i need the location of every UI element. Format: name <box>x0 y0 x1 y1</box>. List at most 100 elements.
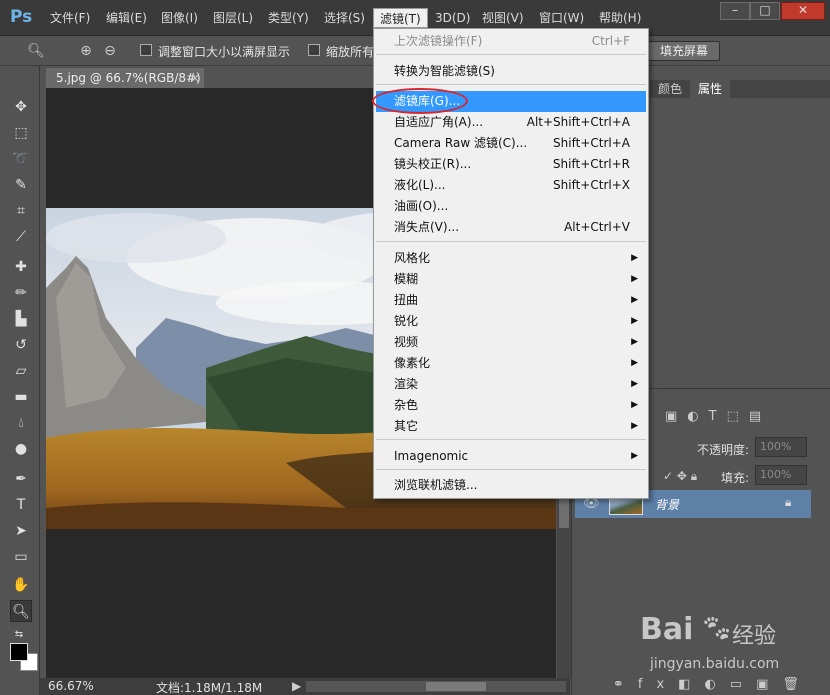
tab-color[interactable]: 颜色 <box>650 80 690 98</box>
fill-input[interactable]: 100% <box>755 465 807 485</box>
watermark-url: jingyan.baidu.com <box>650 656 780 672</box>
status-menu-arrow-icon[interactable]: ▶ <box>292 679 301 693</box>
menu-filter[interactable]: 滤镜(T) <box>373 8 428 28</box>
resize-window-checkbox[interactable] <box>140 44 152 56</box>
opacity-label: 不透明度: <box>697 443 750 457</box>
menu-window[interactable]: 窗口(W) <box>533 8 590 28</box>
menu-item-blur[interactable]: 模糊 ▶ <box>376 269 646 290</box>
dodge-tool-icon[interactable]: ● <box>10 438 32 460</box>
lasso-tool-icon[interactable]: ➰ <box>10 148 32 170</box>
menu-item-smart-filter[interactable]: 转换为智能滤镜(S) <box>376 61 646 82</box>
shortcut-last-filter: Ctrl+F <box>591 34 630 48</box>
menu-item-distort[interactable]: 扭曲 ▶ <box>376 290 646 311</box>
resize-window-label: 调整窗口大小以满屏显示 <box>158 45 291 59</box>
brush-tool-icon[interactable]: ✏ <box>10 282 32 304</box>
eyedropper-tool-icon[interactable]: ⟋ <box>10 226 32 248</box>
close-tab-icon[interactable]: × <box>190 68 200 88</box>
zoom-tool-icon[interactable]: 🔍︎ <box>10 600 32 622</box>
menu-item-browse-online-filters[interactable]: 浏览联机滤镜... <box>376 475 646 496</box>
menu-select[interactable]: 选择(S) <box>318 8 371 28</box>
eraser-tool-icon[interactable]: ▱ <box>10 360 32 382</box>
submenu-arrow-icon: ▶ <box>631 421 638 431</box>
baidu-watermark: Bai 🐾︎ 经验 jingyan.baidu.com <box>640 612 820 684</box>
move-tool-icon[interactable]: ✥ <box>10 96 32 118</box>
menu-view[interactable]: 视图(V) <box>476 8 530 28</box>
submenu-arrow-icon: ▶ <box>631 274 638 284</box>
submenu-arrow-icon: ▶ <box>631 316 638 326</box>
foreground-color-swatch[interactable] <box>10 643 28 661</box>
menu-file[interactable]: 文件(F) <box>44 8 96 28</box>
quick-select-tool-icon[interactable]: ✎ <box>10 174 32 196</box>
history-brush-tool-icon[interactable]: ↺ <box>10 334 32 356</box>
zoom-icon[interactable]: 🔍︎ <box>26 41 46 61</box>
menu-type[interactable]: 类型(Y) <box>262 8 315 28</box>
submenu-arrow-icon: ▶ <box>631 295 638 305</box>
menu-item-camera-raw[interactable]: Camera Raw 滤镜(C)... Shift+Ctrl+A <box>376 133 646 154</box>
menu-3d[interactable]: 3D(D) <box>429 8 476 28</box>
close-window-button[interactable]: ✕ <box>781 2 825 20</box>
submenu-arrow-icon: ▶ <box>631 253 638 263</box>
menu-item-video[interactable]: 视频 ▶ <box>376 332 646 353</box>
document-tab-title: 5.jpg @ 66.7%(RGB/8#) <box>56 71 201 85</box>
menu-image[interactable]: 图像(I) <box>155 8 204 28</box>
panel-tabs: 颜色 属性 <box>650 80 830 98</box>
opacity-input[interactable]: 100% <box>755 437 807 457</box>
annotation-highlight-ring <box>372 88 468 114</box>
menu-layer[interactable]: 图层(L) <box>207 8 259 28</box>
zoom-out-icon[interactable]: ⊖ <box>100 41 120 61</box>
horizontal-scroll-thumb[interactable] <box>426 682 486 691</box>
blur-tool-icon[interactable]: 💧︎ <box>10 412 32 434</box>
menu-item-adaptive-wide-angle[interactable]: 自适应广角(A)... Alt+Shift+Ctrl+A <box>376 112 646 133</box>
layer-name[interactable]: 背景 <box>655 496 679 513</box>
fill-screen-button[interactable]: 填充屏幕 <box>648 41 720 61</box>
menu-separator <box>376 439 646 440</box>
menu-separator <box>376 241 646 242</box>
menu-item-liquify[interactable]: 液化(L)... Shift+Ctrl+X <box>376 175 646 196</box>
crop-tool-icon[interactable]: ⌗ <box>10 200 32 222</box>
menu-item-vanishing-point[interactable]: 消失点(V)... Alt+Ctrl+V <box>376 217 646 238</box>
zoom-all-label: 缩放所有 <box>326 45 375 59</box>
lock-icon: 🔒︎ <box>785 495 792 509</box>
status-bar: 66.67% 文档:1.18M/1.18M ▶ <box>40 678 570 695</box>
menu-item-lens-correction[interactable]: 镜头校正(R)... Shift+Ctrl+R <box>376 154 646 175</box>
shape-tool-icon[interactable]: ▭ <box>10 546 32 568</box>
minimize-button[interactable]: – <box>720 2 750 20</box>
stamp-tool-icon[interactable]: ▙ <box>10 308 32 330</box>
menu-help[interactable]: 帮助(H) <box>593 8 647 28</box>
pen-tool-icon[interactable]: ✒ <box>10 468 32 490</box>
tab-properties[interactable]: 属性 <box>690 80 731 98</box>
hand-tool-icon[interactable]: ✋ <box>10 574 32 596</box>
menu-edit[interactable]: 编辑(E) <box>100 8 153 28</box>
menu-item-pixelate[interactable]: 像素化 ▶ <box>376 353 646 374</box>
submenu-arrow-icon: ▶ <box>631 337 638 347</box>
layer-filter-icons[interactable]: ▣◐T⬚▤ <box>665 409 771 424</box>
horizontal-scrollbar[interactable] <box>306 681 566 692</box>
menu-item-render[interactable]: 渲染 ▶ <box>376 374 646 395</box>
menu-item-noise[interactable]: 杂色 ▶ <box>376 395 646 416</box>
menu-item-sharpen[interactable]: 锐化 ▶ <box>376 311 646 332</box>
vertical-scroll-thumb[interactable] <box>559 498 569 528</box>
menu-item-oil-paint[interactable]: 油画(O)... <box>376 196 646 217</box>
menu-item-last-filter[interactable]: 上次滤镜操作(F) Ctrl+F <box>376 31 646 52</box>
photoshop-logo: Ps <box>10 7 33 27</box>
submenu-arrow-icon: ▶ <box>631 358 638 368</box>
menu-item-imagenomic[interactable]: Imagenomic ▶ <box>376 446 646 467</box>
marquee-tool-icon[interactable]: ⬚ <box>10 122 32 144</box>
zoom-in-icon[interactable]: ⊕ <box>76 41 96 61</box>
watermark-brand-cn: 经验 <box>732 624 777 649</box>
maximize-button[interactable]: □ <box>750 2 780 20</box>
fill-label: 填充: <box>721 471 750 485</box>
zoom-level[interactable]: 66.67% <box>48 679 94 693</box>
path-select-tool-icon[interactable]: ➤ <box>10 520 32 542</box>
lock-icons[interactable]: ✓ ✥ 🔒︎ <box>663 469 697 484</box>
menu-item-other[interactable]: 其它 ▶ <box>376 416 646 437</box>
type-tool-icon[interactable]: T <box>10 494 32 516</box>
healing-brush-tool-icon[interactable]: ✚ <box>10 256 32 278</box>
zoom-all-checkbox[interactable] <box>308 44 320 56</box>
document-tab[interactable]: 5.jpg @ 66.7%(RGB/8#) × <box>46 68 204 88</box>
gradient-tool-icon[interactable]: ▬ <box>10 386 32 408</box>
menu-item-stylize[interactable]: 风格化 ▶ <box>376 248 646 269</box>
submenu-arrow-icon: ▶ <box>631 400 638 410</box>
submenu-arrow-icon: ▶ <box>631 379 638 389</box>
tools-panel: ✥ ⬚ ➰ ✎ ⌗ ⟋ ✚ ✏ ▙ ↺ ▱ ▬ 💧︎ ● ✒ T ➤ ▭ ✋ 🔍… <box>0 66 40 695</box>
